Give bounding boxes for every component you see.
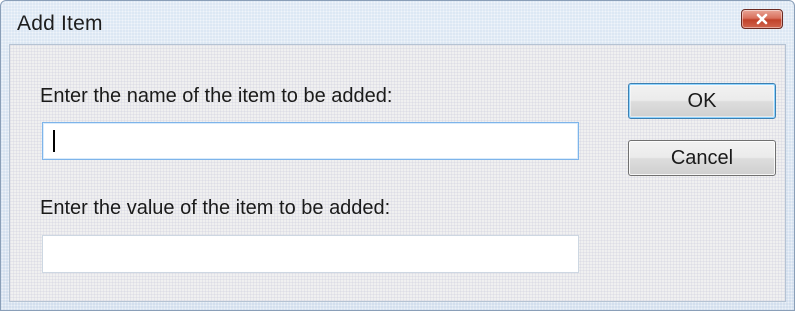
- text-cursor: [53, 130, 55, 152]
- dialog-title: Add Item: [17, 12, 103, 35]
- name-input[interactable]: [42, 122, 579, 160]
- add-item-dialog: Add Item Enter the name of the item to b…: [0, 0, 795, 311]
- dialog-content: Enter the name of the item to be added: …: [9, 44, 786, 302]
- cancel-button[interactable]: Cancel: [628, 140, 776, 176]
- value-label: Enter the value of the item to be added:: [40, 197, 391, 219]
- name-label: Enter the name of the item to be added:: [40, 85, 393, 107]
- title-bar[interactable]: Add Item: [1, 1, 794, 41]
- close-button[interactable]: [741, 9, 783, 29]
- close-icon: [756, 13, 768, 25]
- value-input[interactable]: [42, 235, 579, 273]
- ok-button[interactable]: OK: [628, 83, 776, 119]
